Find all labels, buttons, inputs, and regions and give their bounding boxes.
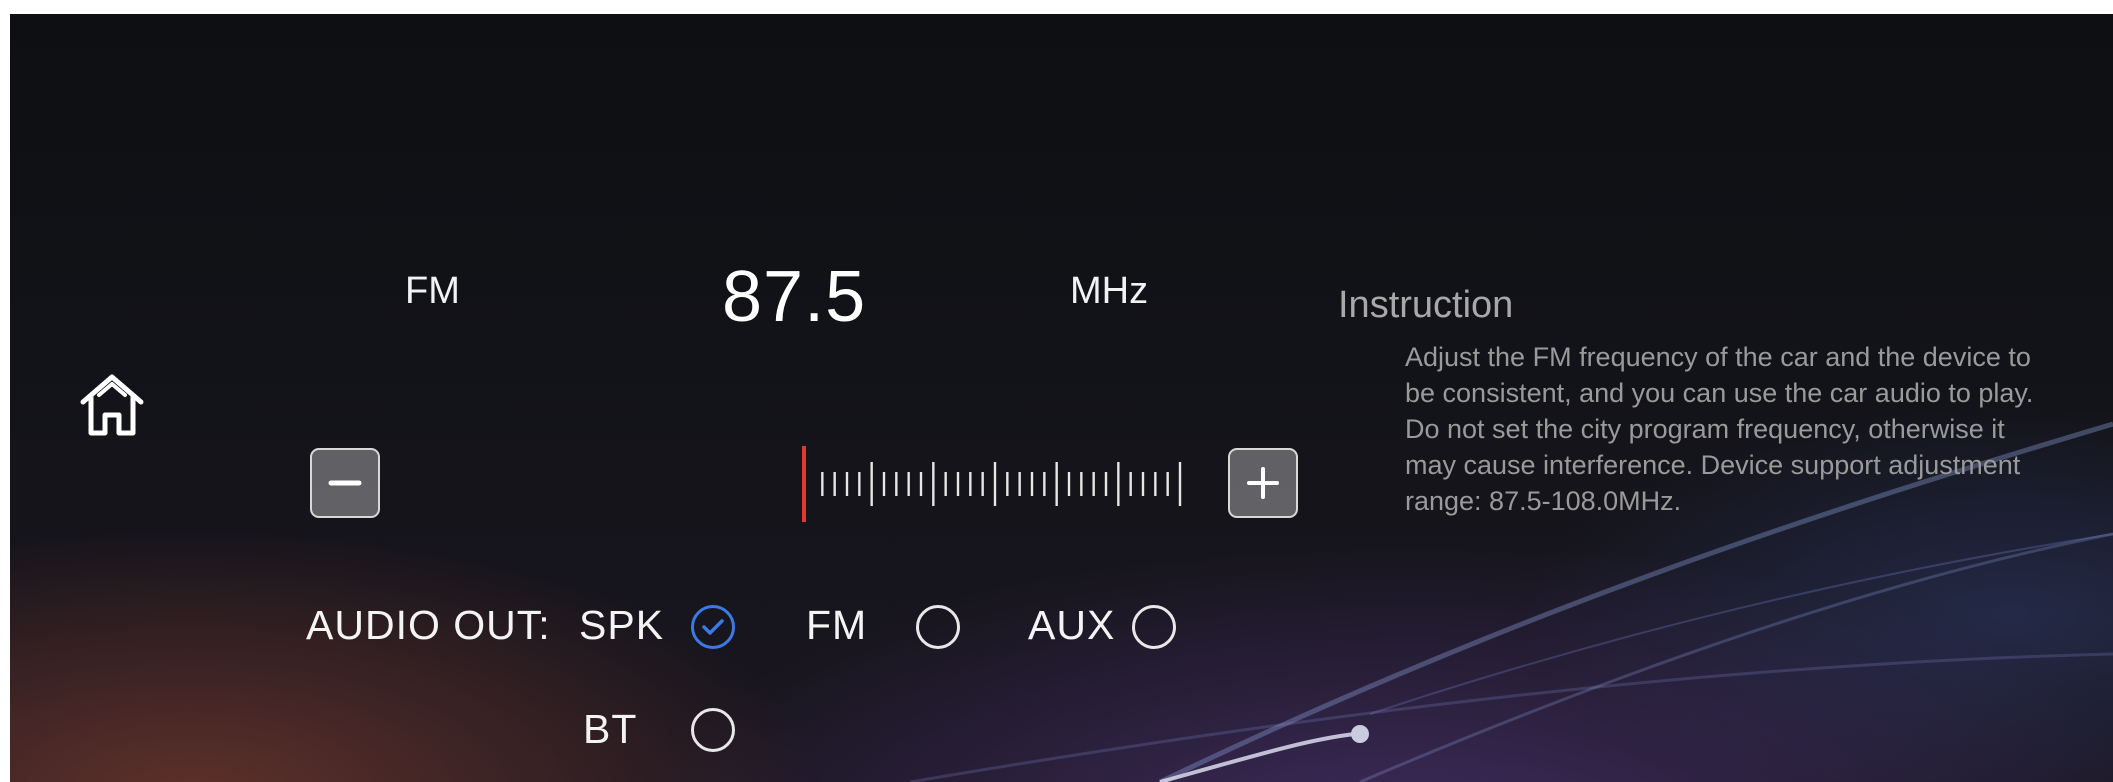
audio-option-aux-radio[interactable] bbox=[1132, 605, 1176, 649]
instruction-title: Instruction bbox=[1338, 284, 1514, 326]
audio-out-label: AUDIO OUT: bbox=[306, 602, 551, 648]
fm-transmitter-screen: FM 87.5 MHz Instruction Adjust the FM fr… bbox=[10, 14, 2113, 782]
audio-option-fm-label: FM bbox=[806, 602, 868, 648]
minus-icon bbox=[328, 480, 362, 486]
increase-frequency-button[interactable] bbox=[1228, 448, 1298, 518]
home-button[interactable] bbox=[72, 364, 152, 444]
band-label: FM bbox=[405, 270, 460, 312]
frequency-tuning-scale[interactable] bbox=[800, 442, 1200, 526]
audio-option-spk-label: SPK bbox=[579, 602, 665, 648]
audio-option-bt-radio[interactable] bbox=[691, 708, 735, 752]
plus-icon bbox=[1247, 467, 1279, 499]
check-icon bbox=[702, 619, 724, 635]
frequency-unit: MHz bbox=[1070, 270, 1149, 312]
audio-option-bt-label: BT bbox=[583, 706, 638, 752]
frequency-display: 87.5 bbox=[722, 257, 867, 337]
decrease-frequency-button[interactable] bbox=[310, 448, 380, 518]
home-icon bbox=[80, 374, 144, 436]
instruction-text: Adjust the FM frequency of the car and t… bbox=[1405, 342, 2034, 516]
audio-option-fm-radio[interactable] bbox=[916, 605, 960, 649]
audio-option-spk-radio[interactable] bbox=[691, 605, 735, 649]
audio-option-aux-label: AUX bbox=[1028, 602, 1116, 648]
